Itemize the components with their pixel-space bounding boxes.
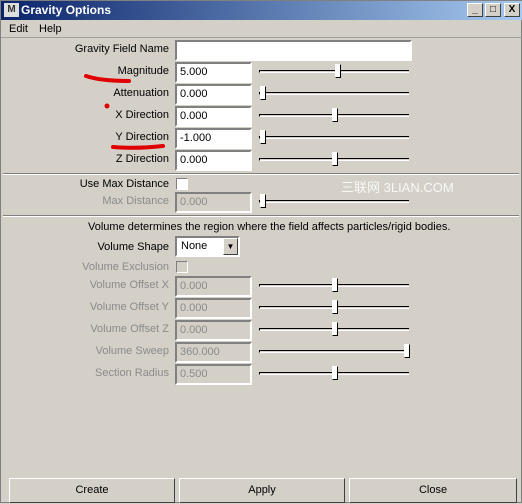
red-annotation-marks [84, 74, 165, 150]
gravity-options-window: M Gravity Options _ □ X Edit Help Gravit… [0, 0, 522, 503]
close-button[interactable]: Close [349, 478, 517, 503]
create-button[interactable]: Create [9, 478, 175, 503]
apply-button[interactable]: Apply [179, 478, 345, 503]
